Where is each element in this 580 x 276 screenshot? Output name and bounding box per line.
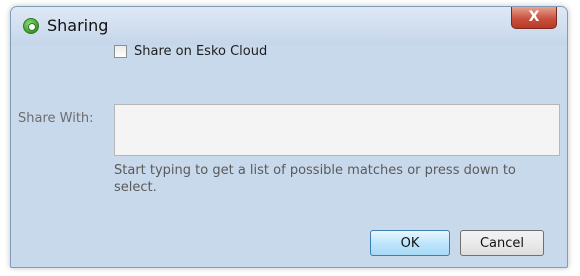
share-cloud-label[interactable]: Share on Esko Cloud xyxy=(134,44,267,59)
sharing-app-icon xyxy=(23,18,39,34)
share-with-label: Share With: xyxy=(18,111,94,126)
share-with-input[interactable] xyxy=(114,104,560,156)
share-cloud-row[interactable]: Share on Esko Cloud xyxy=(114,44,267,59)
close-button[interactable]: X xyxy=(511,7,557,29)
cancel-button[interactable]: Cancel xyxy=(460,230,544,256)
share-with-hint: Start typing to get a list of possible m… xyxy=(114,163,516,195)
title-bar[interactable]: Sharing X xyxy=(11,7,567,45)
close-icon: X xyxy=(528,9,540,25)
dialog-title: Sharing xyxy=(47,16,109,35)
ok-button[interactable]: OK xyxy=(370,230,450,256)
share-cloud-checkbox[interactable] xyxy=(114,45,127,58)
